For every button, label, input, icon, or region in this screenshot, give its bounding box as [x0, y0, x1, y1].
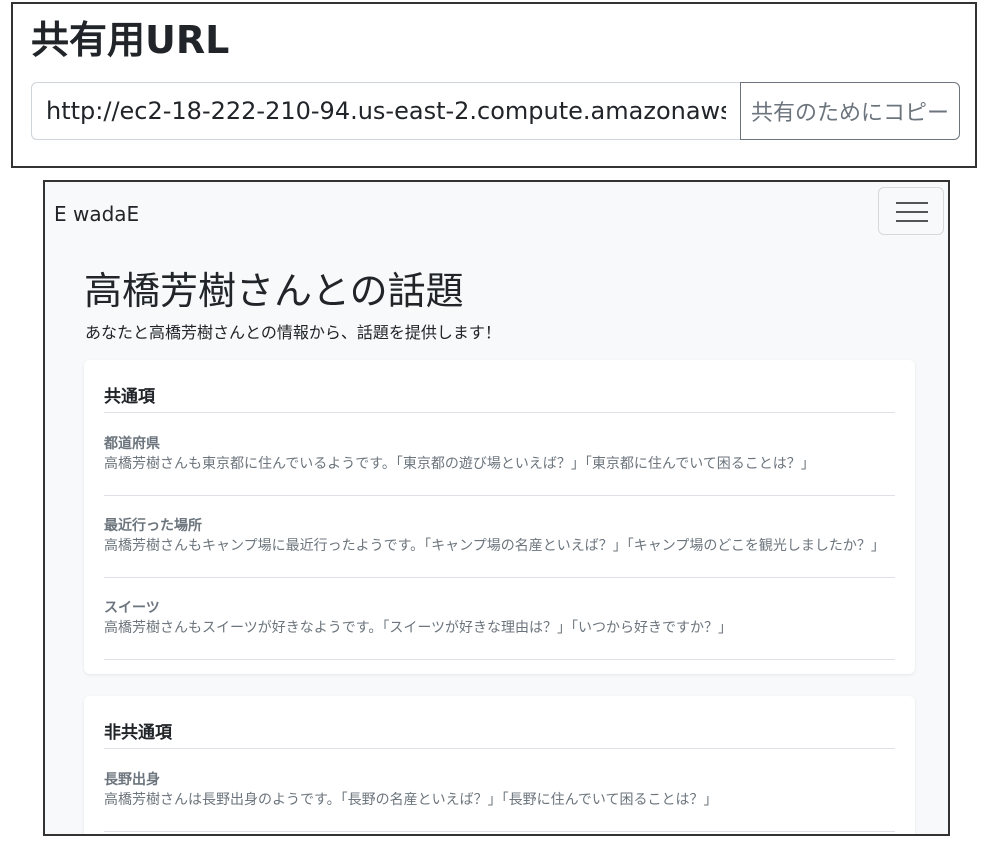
- copy-button[interactable]: 共有のためにコピー: [740, 82, 960, 140]
- list-item: 都道府県 高橋芳樹さんも東京都に住んでいるようです。「東京都の遊び場といえば？」…: [104, 413, 895, 496]
- share-url-input[interactable]: [31, 82, 740, 140]
- topic-title: スイーツ: [104, 600, 160, 616]
- navbar: E wadaE: [45, 182, 948, 244]
- topic-title: 都道府県: [104, 436, 160, 452]
- navbar-toggler-button[interactable]: [878, 187, 944, 235]
- share-title: 共有用URL: [31, 18, 230, 62]
- topic-title: 長野出身: [104, 772, 160, 788]
- list-item: スイーツ 高橋芳樹さんもスイーツが好きなようです。「スイーツが好きな理由は？」「…: [104, 577, 895, 660]
- app-frame: E wadaE 高橋芳樹さんとの話題 あなたと高橋芳樹さんとの情報から、話題を提…: [43, 180, 950, 836]
- common-topics-card: 共通項 都道府県 高橋芳樹さんも東京都に住んでいるようです。「東京都の遊び場とい…: [84, 360, 915, 674]
- topic-text: 高橋芳樹さんもスイーツが好きなようです。「スイーツが好きな理由は？」「いつから好…: [104, 620, 733, 636]
- topic-text: 高橋芳樹さんもキャンプ場に最近行ったようです。「キャンプ場の名産といえば？」「キ…: [104, 538, 885, 554]
- common-topics-header: 共通項: [104, 382, 895, 413]
- uncommon-topics-header: 非共通項: [104, 718, 895, 749]
- topic-text: 高橋芳樹さんは長野出身のようです。「長野の名産といえば？」「長野に住んでいて困る…: [104, 792, 718, 808]
- list-item: 最近行った場所 高橋芳樹さんもキャンプ場に最近行ったようです。「キャンプ場の名産…: [104, 495, 895, 578]
- share-url-panel: 共有用URL 共有のためにコピー: [11, 2, 977, 168]
- list-item: 長野出身 高橋芳樹さんは長野出身のようです。「長野の名産といえば？」「長野に住ん…: [104, 749, 895, 832]
- uncommon-topics-card: 非共通項 長野出身 高橋芳樹さんは長野出身のようです。「長野の名産といえば？」「…: [84, 696, 915, 834]
- navbar-brand[interactable]: E wadaE: [54, 202, 139, 226]
- share-input-group: 共有のためにコピー: [31, 82, 960, 140]
- topic-text: 高橋芳樹さんも東京都に住んでいるようです。「東京都の遊び場といえば？」「東京都に…: [104, 456, 815, 472]
- page-lead: あなたと高橋芳樹さんとの情報から、話題を提供します！: [85, 323, 501, 342]
- page-title: 高橋芳樹さんとの話題: [84, 269, 464, 313]
- topic-title: 最近行った場所: [104, 518, 202, 534]
